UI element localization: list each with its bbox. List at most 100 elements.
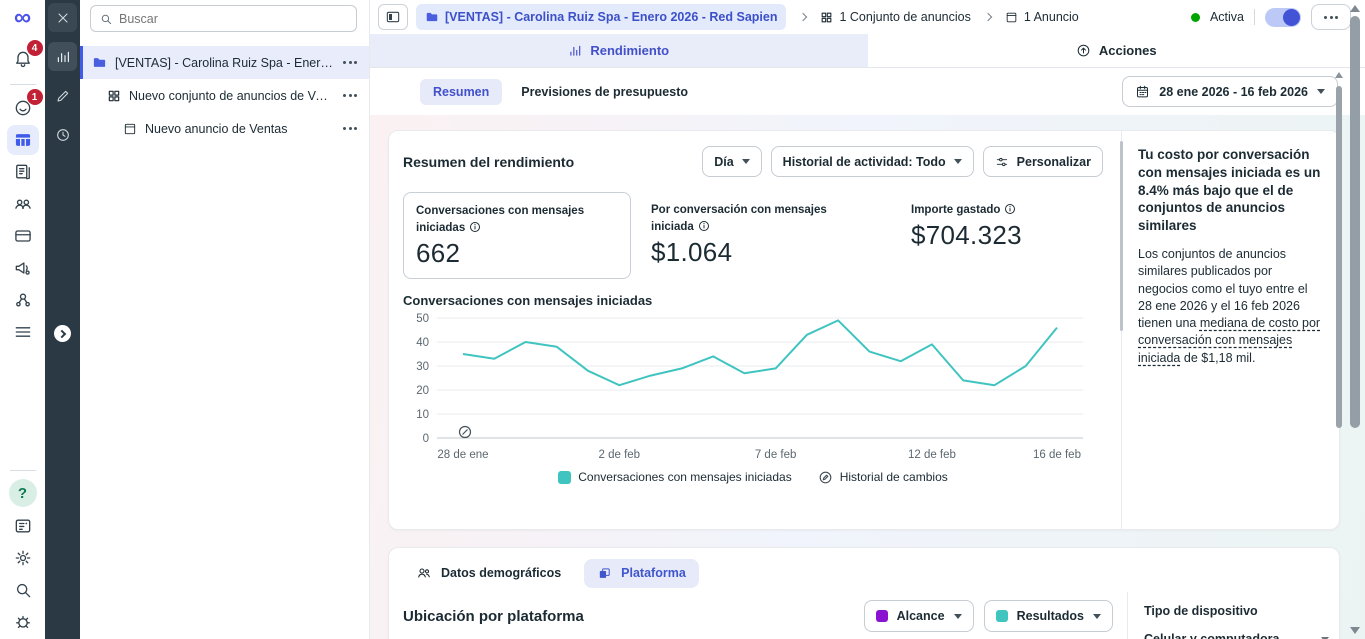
tree-item-label: Nuevo anuncio de Ventas xyxy=(145,122,333,136)
calendar-icon xyxy=(1135,84,1150,99)
breadcrumb-ad-label: 1 Anuncio xyxy=(1024,10,1079,24)
performance-summary-card: Resumen del rendimiento Día Historial de… xyxy=(388,130,1340,530)
more-options-icon[interactable] xyxy=(341,123,359,134)
summary-title: Resumen del rendimiento xyxy=(403,154,574,170)
inner-scrollbar[interactable] xyxy=(1334,72,1344,472)
toggle-sidebar-button[interactable] xyxy=(378,4,408,30)
expand-panel-button[interactable] xyxy=(54,325,71,342)
billing-card-icon xyxy=(13,226,33,246)
info-icon[interactable] xyxy=(698,220,710,232)
chart-title: Conversaciones con mensajes iniciadas xyxy=(403,293,1103,308)
svg-text:10: 10 xyxy=(416,409,429,421)
info-icon[interactable] xyxy=(469,221,481,233)
metric-amount-spent[interactable]: Importe gastado $704.323 xyxy=(899,192,1034,260)
subtabs-bar: Resumen Previsiones de presupuesto 28 en… xyxy=(370,68,1365,115)
device-type-panel: Tipo de dispositivo Celular y computador… xyxy=(1127,592,1339,639)
edit-view-button[interactable] xyxy=(48,81,77,110)
device-type-select[interactable]: Celular y computadora xyxy=(1144,632,1329,639)
change-history-marker xyxy=(460,426,471,437)
divider xyxy=(1254,9,1255,25)
updates-button[interactable] xyxy=(7,511,39,541)
tree-search[interactable] xyxy=(90,5,357,32)
breadcrumb-adset[interactable]: 1 Conjunto de anuncios xyxy=(820,10,970,24)
account-alerts-button[interactable]: 1 xyxy=(7,93,39,123)
breadcrumb-campaign[interactable]: [VENTAS] - Carolina Ruiz Spa - Enero 202… xyxy=(416,4,786,30)
line-chart: 0102030405028 de ene2 de feb7 de feb12 d… xyxy=(403,308,1093,468)
subtab-summary[interactable]: Resumen xyxy=(420,79,502,105)
day-filter-button[interactable]: Día xyxy=(702,146,761,177)
customize-label: Personalizar xyxy=(1017,155,1091,169)
close-icon xyxy=(55,10,71,26)
people-icon xyxy=(416,565,432,581)
divider xyxy=(10,470,36,471)
panel-scrollbar-thumb[interactable] xyxy=(1120,141,1123,331)
events-nav-button[interactable] xyxy=(7,285,39,315)
scroll-up-arrow-icon[interactable] xyxy=(1350,5,1360,12)
bar-chart-icon xyxy=(568,44,582,58)
tab-actions-label: Acciones xyxy=(1099,43,1157,58)
svg-text:0: 0 xyxy=(423,433,429,445)
svg-text:16 de feb: 16 de feb xyxy=(1033,449,1081,461)
report-bug-button[interactable] xyxy=(7,607,39,637)
meta-logo[interactable]: ∞ xyxy=(14,6,31,30)
all-tools-button[interactable] xyxy=(7,317,39,347)
performance-view-button[interactable] xyxy=(48,42,77,71)
tab-demographics[interactable]: Datos demográficos xyxy=(403,558,574,588)
reach-metric-dropdown[interactable]: Alcance xyxy=(864,600,974,632)
bar-chart-icon xyxy=(55,49,71,65)
tree-item-ad[interactable]: Nuevo anuncio de Ventas xyxy=(80,112,369,145)
bug-icon xyxy=(13,612,33,632)
tree-item-adset[interactable]: Nuevo conjunto de anuncios de Ventas xyxy=(80,79,369,112)
platform-chart-title: Ubicación por plataforma xyxy=(403,608,584,625)
active-toggle[interactable] xyxy=(1265,8,1301,27)
news-updates-icon xyxy=(13,516,33,536)
promotions-nav-button[interactable] xyxy=(7,253,39,283)
sidebar-layout-icon xyxy=(385,9,401,25)
customize-button[interactable]: Personalizar xyxy=(983,146,1103,177)
svg-text:2 de feb: 2 de feb xyxy=(599,449,641,461)
subtab-budget-forecast[interactable]: Previsiones de presupuesto xyxy=(508,79,701,105)
activity-history-filter-button[interactable]: Historial de actividad: Todo xyxy=(771,146,974,177)
notifications-badge: 4 xyxy=(27,40,43,56)
settings-button[interactable] xyxy=(7,543,39,573)
breadcrumb-ad[interactable]: 1 Anuncio xyxy=(1005,10,1079,24)
metric-cost-per-conversation[interactable]: Por conversación con mensajes iniciada $… xyxy=(639,192,883,277)
results-metric-dropdown[interactable]: Resultados xyxy=(984,600,1113,632)
clock-icon xyxy=(55,127,71,143)
more-options-icon[interactable] xyxy=(341,57,359,68)
search-button[interactable] xyxy=(7,575,39,605)
inner-scrollbar-thumb[interactable] xyxy=(1336,86,1342,428)
more-actions-button[interactable] xyxy=(1311,4,1351,30)
audiences-nav-button[interactable] xyxy=(7,189,39,219)
metric-conversations[interactable]: Conversaciones con mensajes iniciadas 66… xyxy=(403,192,631,279)
page-scrollbar[interactable] xyxy=(1347,0,1363,639)
campaigns-nav-button[interactable] xyxy=(7,125,39,155)
help-button[interactable]: ? xyxy=(7,479,39,509)
notifications-button[interactable]: 4 xyxy=(7,44,39,74)
close-panel-button[interactable] xyxy=(48,3,77,32)
search-input[interactable] xyxy=(119,12,348,26)
search-icon xyxy=(13,580,33,600)
tree-item-campaign[interactable]: [VENTAS] - Carolina Ruiz Spa - Enero 2..… xyxy=(80,46,369,79)
tab-platform[interactable]: Plataforma xyxy=(584,559,699,588)
legend-history: Historial de cambios xyxy=(818,470,948,485)
date-range-picker[interactable]: 28 ene 2026 - 16 feb 2026 xyxy=(1122,76,1338,107)
pages-nav-button[interactable] xyxy=(7,157,39,187)
tab-performance[interactable]: Rendimiento xyxy=(370,34,868,67)
page-scrollbar-thumb[interactable] xyxy=(1350,16,1360,428)
toggle-knob xyxy=(1283,9,1300,26)
help-icon: ? xyxy=(9,479,37,507)
more-options-icon[interactable] xyxy=(341,90,359,101)
info-icon[interactable] xyxy=(1004,203,1016,215)
results-swatch xyxy=(996,610,1008,622)
left-icon-rail: ∞ 4 1 ? xyxy=(0,0,45,639)
reach-dropdown-label: Alcance xyxy=(897,609,945,623)
sliders-icon xyxy=(995,155,1009,169)
tab-actions[interactable]: Acciones xyxy=(868,34,1365,67)
billing-nav-button[interactable] xyxy=(7,221,39,251)
hamburger-menu-icon xyxy=(13,322,33,342)
history-view-button[interactable] xyxy=(48,120,77,149)
scroll-down-arrow-icon[interactable] xyxy=(1350,627,1360,634)
scroll-up-arrow-icon[interactable] xyxy=(1335,72,1343,78)
chevron-right-icon xyxy=(799,13,807,21)
